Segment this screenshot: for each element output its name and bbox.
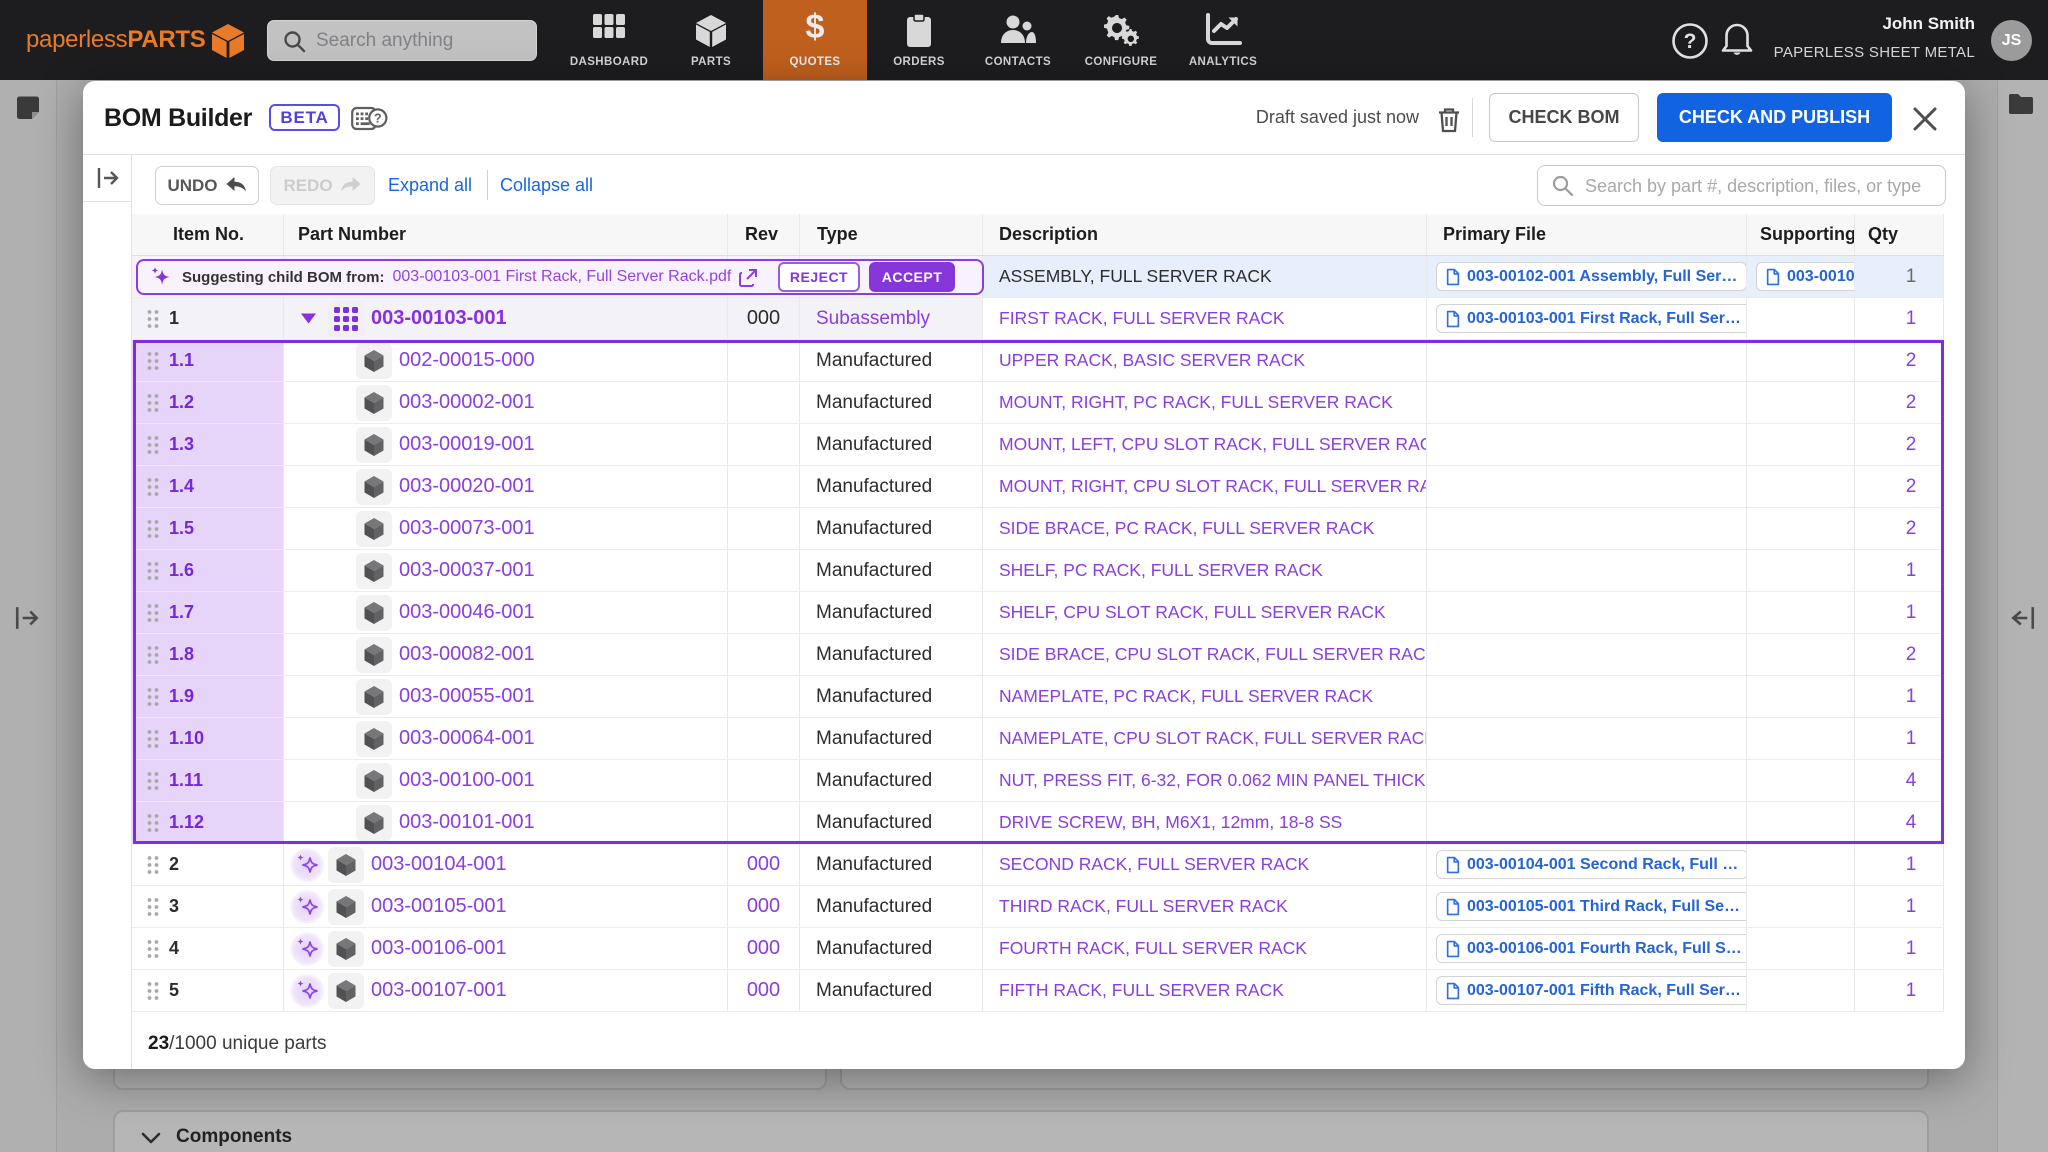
svg-text:?: ? xyxy=(374,111,382,125)
svg-text:?: ? xyxy=(1684,30,1697,53)
